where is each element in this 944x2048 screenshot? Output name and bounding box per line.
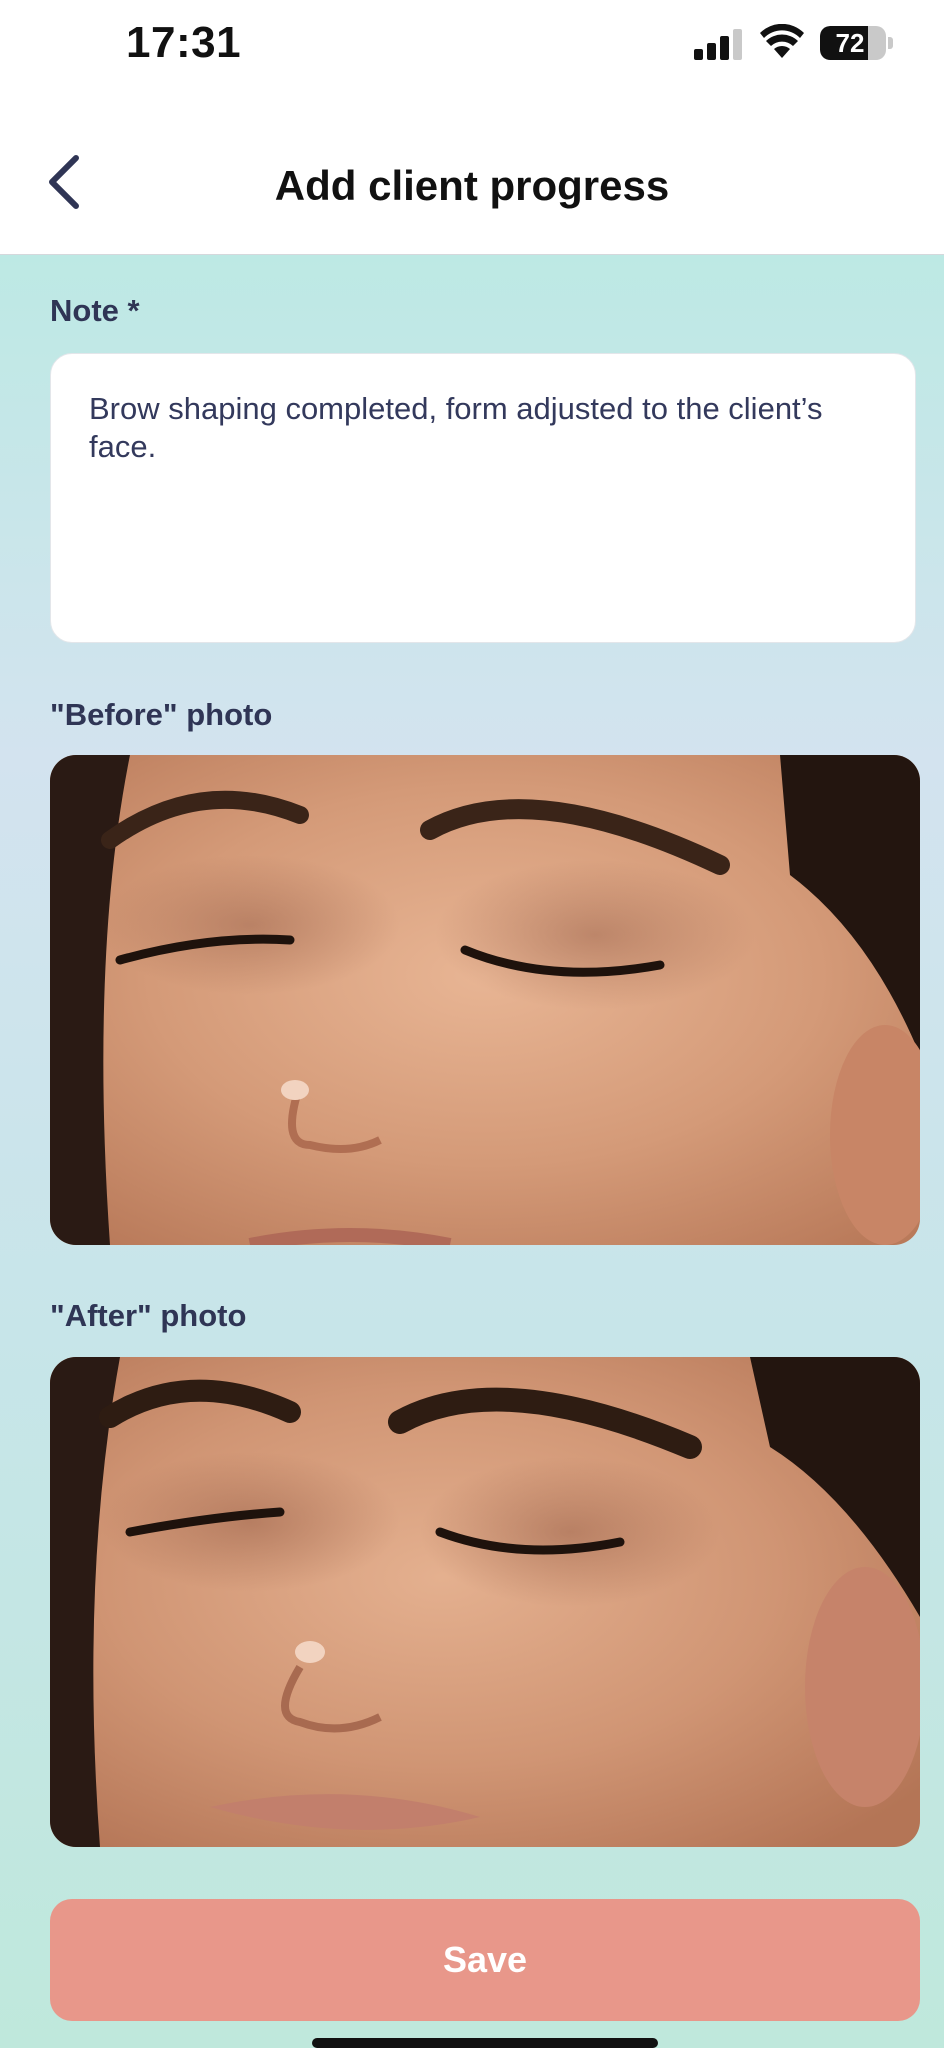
status-time: 17:31 <box>126 18 242 67</box>
battery-tip <box>888 37 893 49</box>
page-title: Add client progress <box>274 162 670 209</box>
note-label: Note * <box>50 293 140 328</box>
note-text: Brow shaping completed, form adjusted to… <box>89 391 823 464</box>
save-button[interactable]: Save <box>50 1899 920 2021</box>
main-content: Note * Brow shaping completed, form adju… <box>0 255 944 2048</box>
after-photo-label: "After" photo <box>50 1298 247 1333</box>
wifi-icon <box>760 24 804 58</box>
before-photo-label: "Before" photo <box>50 697 273 732</box>
home-indicator <box>312 2038 658 2048</box>
before-face-image <box>50 755 920 1245</box>
battery-level: 72 <box>835 28 865 58</box>
status-bar: 17:31 72 <box>0 0 944 90</box>
note-textarea[interactable]: Brow shaping completed, form adjusted to… <box>50 353 916 643</box>
cellular-signal-icon <box>694 28 742 60</box>
before-photo[interactable] <box>50 755 920 1245</box>
header: Add client progress <box>0 90 944 255</box>
after-photo[interactable] <box>50 1357 920 1847</box>
battery-icon: 72 <box>820 26 886 60</box>
after-face-image <box>50 1357 920 1847</box>
